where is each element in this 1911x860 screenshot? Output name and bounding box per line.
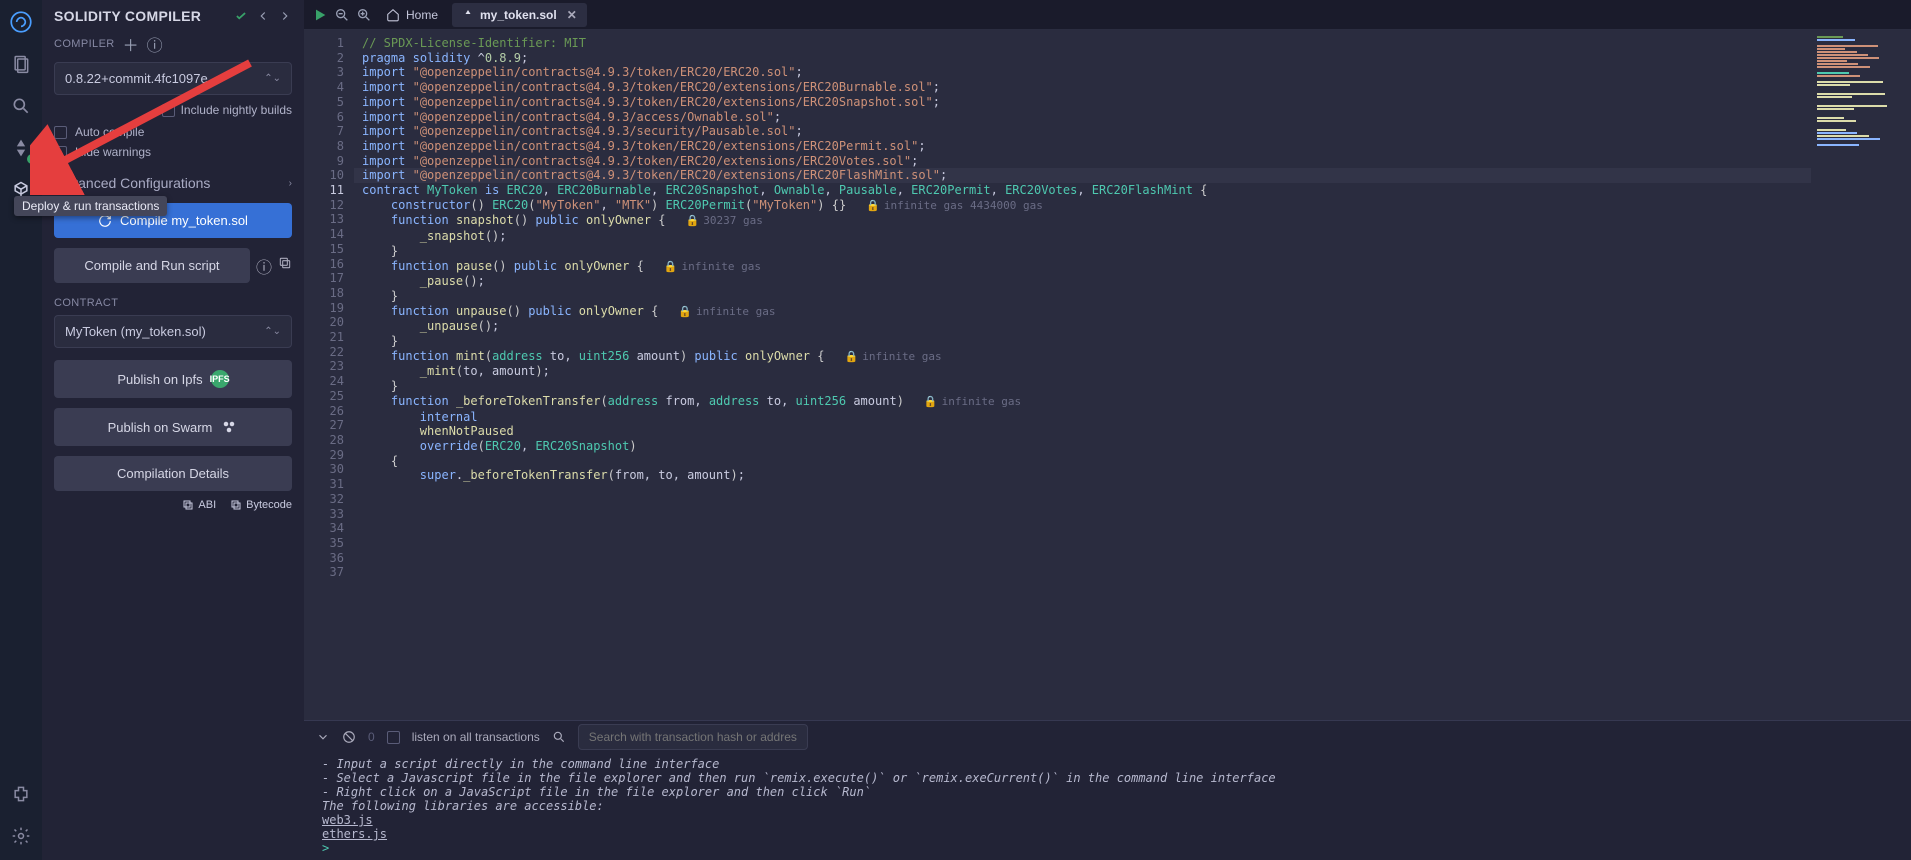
compiler-sidebar: SOLIDITY COMPILER COMPILER ＋ ⓘ 0.8.22+co… (42, 0, 304, 860)
file-tab[interactable]: my_token.sol ✕ (452, 3, 587, 27)
nightly-label: Include nightly builds (181, 103, 292, 117)
auto-compile-label: Auto compile (75, 125, 144, 139)
hide-warnings-label: Hide warnings (75, 145, 151, 159)
copy-icon (230, 499, 242, 511)
compile-run-button[interactable]: Compile and Run script (54, 248, 250, 283)
abi-label: ABI (198, 499, 216, 511)
close-tab-icon[interactable]: ✕ (567, 8, 577, 22)
minimap[interactable] (1811, 30, 1911, 720)
publish-swarm-button[interactable]: Publish on Swarm (54, 408, 292, 446)
compilation-details-button[interactable]: Compilation Details (54, 456, 292, 491)
listen-label: listen on all transactions (412, 730, 540, 744)
bytecode-label: Bytecode (246, 499, 292, 511)
chevron-updown-icon: ⌃⌄ (264, 73, 281, 84)
compiler-label: COMPILER (54, 38, 115, 50)
zoom-in-icon[interactable] (356, 7, 372, 23)
file-tab-label: my_token.sol (480, 8, 557, 22)
compiler-version-value: 0.8.22+commit.4fc1097e (65, 71, 208, 86)
clear-icon[interactable] (342, 730, 356, 744)
terminal-toolbar: 0 listen on all transactions (304, 721, 1911, 753)
copy-abi-button[interactable]: ABI (182, 499, 216, 511)
swarm-icon (220, 418, 238, 436)
remix-logo-icon[interactable] (7, 8, 35, 36)
sidebar-title: SOLIDITY COMPILER (54, 8, 201, 24)
terminal-output[interactable]: - Input a script directly in the command… (304, 753, 1911, 860)
refresh-icon (98, 214, 112, 228)
main-area: Home my_token.sol ✕ 12345678910111213141… (304, 0, 1911, 860)
listen-checkbox[interactable] (387, 731, 400, 744)
file-explorer-icon[interactable] (7, 50, 35, 78)
advanced-config-toggle[interactable]: Advanced Configurations › (54, 175, 292, 191)
editor-tabs: Home my_token.sol ✕ (304, 0, 1911, 30)
auto-compile-checkbox[interactable] (54, 126, 67, 139)
copy-icon[interactable] (278, 256, 292, 275)
search-icon[interactable] (7, 92, 35, 120)
compilation-details-label: Compilation Details (117, 466, 229, 481)
terminal: 0 listen on all transactions - Input a s… (304, 720, 1911, 860)
nightly-checkbox[interactable] (162, 104, 175, 117)
add-compiler-icon[interactable]: ＋ (123, 32, 139, 56)
settings-icon[interactable] (7, 822, 35, 850)
home-icon (386, 8, 400, 22)
chevron-right-icon: › (289, 178, 292, 189)
sidebar-icon-bar (0, 0, 42, 860)
compile-button[interactable]: Compile my_token.sol (54, 203, 292, 238)
hide-warnings-checkbox[interactable] (54, 146, 67, 159)
copy-icon (182, 499, 194, 511)
publish-ipfs-label: Publish on Ipfs (117, 372, 202, 387)
chevron-right-icon[interactable] (278, 9, 292, 23)
publish-swarm-label: Publish on Swarm (108, 420, 213, 435)
chevron-down-icon[interactable] (316, 730, 330, 744)
terminal-search-input[interactable] (578, 724, 808, 750)
search-icon[interactable] (552, 730, 566, 744)
contract-label: CONTRACT (54, 297, 118, 309)
pending-count: 0 (368, 730, 375, 744)
compiler-version-select[interactable]: 0.8.22+commit.4fc1097e ⌃⌄ (54, 62, 292, 95)
code-content[interactable]: // SPDX-License-Identifier: MITpragma so… (354, 30, 1811, 720)
solidity-file-icon (462, 9, 474, 21)
check-icon (234, 9, 248, 23)
chevron-left-icon[interactable] (256, 9, 270, 23)
code-editor[interactable]: 1234567891011121314151617181920212223242… (304, 30, 1911, 720)
contract-select[interactable]: MyToken (my_token.sol) ⌃⌄ (54, 315, 292, 348)
home-label: Home (406, 8, 438, 22)
zoom-out-icon[interactable] (334, 7, 350, 23)
chevron-updown-icon: ⌃⌄ (264, 326, 281, 337)
play-icon[interactable] (312, 7, 328, 23)
line-gutter: 1234567891011121314151617181920212223242… (304, 30, 354, 720)
contract-value: MyToken (my_token.sol) (65, 324, 206, 339)
compile-success-badge (26, 153, 38, 165)
advanced-label: Advanced Configurations (54, 175, 210, 191)
compiler-info-icon[interactable]: ⓘ (147, 32, 163, 56)
plugin-manager-icon[interactable] (7, 780, 35, 808)
compile-label: Compile my_token.sol (120, 213, 248, 228)
ipfs-badge-icon: IPFS (211, 370, 229, 388)
publish-ipfs-button[interactable]: Publish on Ipfs IPFS (54, 360, 292, 398)
home-tab[interactable]: Home (378, 8, 446, 22)
compile-run-label: Compile and Run script (84, 258, 219, 273)
solidity-compiler-icon[interactable] (7, 134, 35, 162)
info-icon[interactable]: ⓘ (256, 254, 272, 278)
copy-bytecode-button[interactable]: Bytecode (230, 499, 292, 511)
deploy-run-icon[interactable] (7, 176, 35, 204)
